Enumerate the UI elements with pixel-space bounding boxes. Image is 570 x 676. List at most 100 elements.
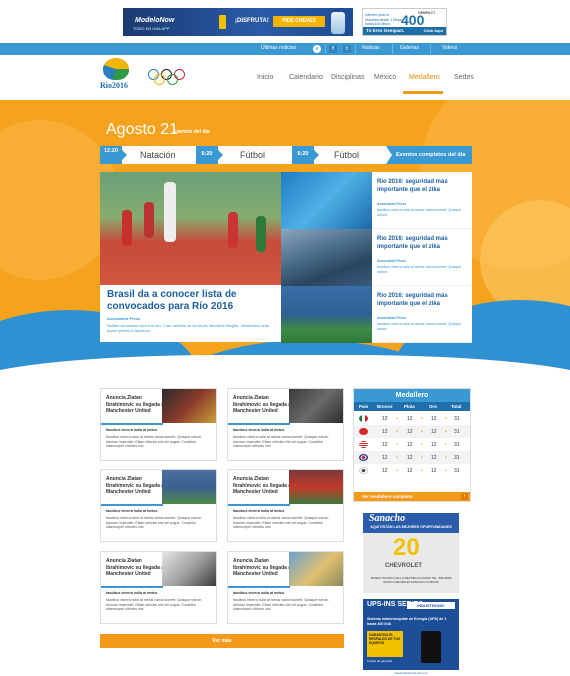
events-tabs: 12:20 Natación 6:20 Fútbol 6:20 Fútbol E… xyxy=(100,146,472,164)
silver-count: 12 xyxy=(407,415,413,422)
medal-row[interactable]: 12 • 12 • 12 • 31 xyxy=(354,438,470,451)
ad-guarantee: 3 años de garantía xyxy=(367,659,393,663)
card-divider xyxy=(228,504,290,506)
separator: • xyxy=(421,441,423,448)
nav-calendario[interactable]: Calendario xyxy=(289,74,323,81)
col-pais: País xyxy=(359,403,369,409)
topbar-videos[interactable]: Videos xyxy=(442,45,457,51)
ad-cta[interactable]: Click Aquí xyxy=(424,28,443,33)
usa-flag-icon xyxy=(359,441,368,448)
nav-inicio[interactable]: Inicio xyxy=(257,74,273,81)
ad-number: 20 xyxy=(393,534,420,561)
rio2016-logo[interactable]: Rio2016 xyxy=(100,58,132,92)
ad-cta-button[interactable]: PIDE CHEVES xyxy=(273,16,325,27)
news-card[interactable]: Anuncia Zlatan Ibrahimovic su llegada al… xyxy=(100,551,217,624)
news-card[interactable]: Anuncia Zlatan Ibrahimovic su llegada al… xyxy=(100,388,217,461)
separator: • xyxy=(445,441,447,448)
gold-count: 12 xyxy=(431,415,437,422)
separator: • xyxy=(421,454,423,461)
medal-row[interactable]: 12 • 12 • 12 • 31 xyxy=(354,425,470,438)
ad-banner-modelo[interactable]: ModeloNow TODO EN UNA APP ¡DISFRUTA! PID… xyxy=(123,8,353,36)
medal-row[interactable]: 12 • 12 • 12 • 31 xyxy=(354,412,470,425)
twitter-icon[interactable]: t xyxy=(343,45,351,53)
event-time: 6:20 xyxy=(292,146,319,164)
bronze-count: 12 xyxy=(382,441,388,448)
nav-mexico[interactable]: México xyxy=(374,74,396,81)
separator: • xyxy=(396,441,398,448)
load-more-button[interactable]: Ver más xyxy=(100,634,344,648)
col-plata: Plata xyxy=(404,403,415,409)
bronze-count: 12 xyxy=(382,415,388,422)
nav-disciplinas[interactable]: Disciplinas xyxy=(331,74,364,81)
silver-count: 12 xyxy=(407,454,413,461)
news-card-title[interactable]: Anuncia Zlatan Ibrahimovic su llegada al… xyxy=(106,558,166,578)
news-card-source: faucibus viverra nulla at metus xyxy=(106,591,158,595)
main-story-caption[interactable]: Brasil da a conocer lista de convocados … xyxy=(100,285,281,342)
current-date: Agosto 21 xyxy=(106,121,179,138)
medal-row[interactable]: 12 • 12 • 12 • 31 xyxy=(354,464,470,477)
bronze-count: 12 xyxy=(382,467,388,474)
nav-sedes[interactable]: Sedes xyxy=(454,74,474,81)
news-card[interactable]: Anuncia Zlatan Ibrahimovic su llegada al… xyxy=(227,469,344,542)
total-count: 31 xyxy=(454,415,460,422)
ad-slogan: Tú Eres Gempact. xyxy=(366,28,405,33)
news-card-title[interactable]: Anuncia Zlatan Ibrahimovic su llegada al… xyxy=(233,395,293,415)
side-story-title[interactable]: Río 2016: seguridad más importante que e… xyxy=(377,179,469,194)
main-story-title[interactable]: Brasil da a conocer lista de convocados … xyxy=(107,289,277,313)
event-tab[interactable]: 6:20 Fútbol xyxy=(196,146,292,164)
total-count: 31 xyxy=(454,441,460,448)
nav-medallero[interactable]: Medallero xyxy=(409,74,440,81)
event-tab[interactable]: 6:20 Fútbol xyxy=(292,146,386,164)
silver-count: 12 xyxy=(407,467,413,474)
news-card-title[interactable]: Anuncia Zlatan Ibrahimovic su llegada al… xyxy=(106,395,166,415)
beer-can-image xyxy=(219,15,226,29)
ad-address: PASEO TRUJIPO DE LA REPÚBLICA #2000 TEL.… xyxy=(370,576,452,584)
card-divider xyxy=(101,423,163,425)
news-card-image xyxy=(162,552,216,586)
korea-flag-icon xyxy=(359,467,368,474)
news-card-text: faucibus viverra nulla at metus varius l… xyxy=(106,598,203,612)
hockey-image xyxy=(281,286,372,343)
ad-brand: GEMPACT xyxy=(418,11,436,15)
side-story-title[interactable]: Río 2016: seguridad más importante que e… xyxy=(377,236,469,251)
latest-news-link[interactable]: Últimas noticias xyxy=(261,45,296,51)
event-time: 12:20 xyxy=(100,146,127,164)
ad-footer: www.industronic.com.mx xyxy=(363,670,459,676)
news-card-title[interactable]: Anuncia Zlatan Ibrahimovic su llegada al… xyxy=(106,476,166,496)
separator: • xyxy=(445,454,447,461)
news-card-image xyxy=(289,470,343,504)
separator: • xyxy=(396,454,398,461)
separator: • xyxy=(396,467,398,474)
news-card-source: faucibus viverra nulla at metus xyxy=(106,509,158,513)
search-icon[interactable]: ⌕ xyxy=(313,45,321,53)
side-story-text: faucibus viverra nulla at metus varius l… xyxy=(377,208,462,217)
side-story[interactable]: Río 2016: seguridad más importante que e… xyxy=(281,229,472,286)
all-events-button[interactable]: Eventos completos del día xyxy=(386,146,472,164)
side-story[interactable]: Río 2016: seguridad más importante que e… xyxy=(281,286,472,343)
facebook-icon[interactable]: f xyxy=(329,45,337,53)
news-card-title[interactable]: Anuncia Zlatan Ibrahimovic su llegada al… xyxy=(233,476,293,496)
medal-row[interactable]: 12 • 12 • 12 • 31 xyxy=(354,451,470,464)
full-medal-table-button[interactable]: Ver medallero completo › xyxy=(354,492,470,501)
topbar-galerias[interactable]: Galerías xyxy=(400,45,419,51)
mexico-flag-icon xyxy=(359,415,368,422)
news-card[interactable]: Anuncia Zlatan Ibrahimovic su llegada al… xyxy=(227,551,344,624)
ad-sanacho[interactable]: Sanacho AQUÍ ESTÁN LAS MEJORES OPORTUNID… xyxy=(363,513,459,593)
ad-banner-gempact[interactable]: Internet para tu empresa desde 1 Mbps ha… xyxy=(362,8,447,36)
col-oro: Oro xyxy=(429,403,438,409)
divider xyxy=(325,44,326,54)
rio-logo-icon xyxy=(103,58,129,80)
news-card[interactable]: Anuncia Zlatan Ibrahimovic su llegada al… xyxy=(100,469,217,542)
ad-industronic[interactable]: UPS-INS SERIES INDUSTRONIC Sistema Inint… xyxy=(363,599,459,676)
separator: • xyxy=(396,415,398,422)
news-card[interactable]: Anuncia Zlatan Ibrahimovic su llegada al… xyxy=(227,388,344,461)
side-story[interactable]: Río 2016: seguridad más importante que e… xyxy=(281,172,472,229)
main-story-image[interactable] xyxy=(100,172,281,285)
gold-count: 12 xyxy=(431,428,437,435)
news-card-title[interactable]: Anuncia Zlatan Ibrahimovic su llegada al… xyxy=(233,558,293,578)
event-tab[interactable]: 12:20 Natación xyxy=(100,146,196,164)
topbar-noticias[interactable]: Noticias xyxy=(362,45,380,51)
side-story-title[interactable]: Río 2016: seguridad más importante que e… xyxy=(377,293,469,308)
active-nav-indicator xyxy=(403,91,443,94)
main-story-text: Nullam accumsan lorem in dui. Cras ultri… xyxy=(107,323,270,333)
